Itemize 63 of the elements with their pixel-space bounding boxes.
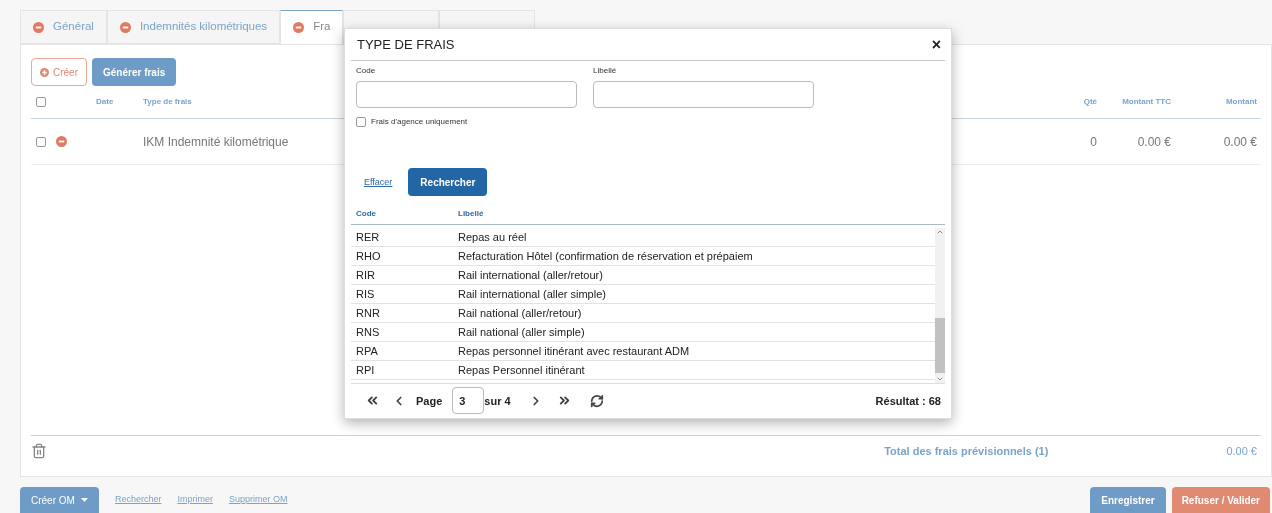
- label-cell-text: Repas personnel itinérant avec restaurant ADM: [458, 343, 690, 359]
- label-cell-text: Repas Personnel itinérant: [458, 362, 585, 378]
- minus-circle-icon: [33, 21, 44, 33]
- tab[interactable]: Fra: [280, 10, 344, 44]
- column-header: Date: [96, 96, 115, 108]
- label-cell-text: Rail international (aller simple): [458, 286, 606, 302]
- column-header: Code: [356, 207, 377, 220]
- list-row[interactable]: RHO Refacturation Hôtel (confirmation de réservation et prépaiem: [351, 246, 935, 266]
- column-header: Montant TTC: [1121, 96, 1172, 108]
- list-row[interactable]: RER Repas au réel: [351, 227, 935, 247]
- code-cell-text: RHO: [356, 248, 382, 264]
- list-row[interactable]: RNS Rail national (aller simple): [351, 322, 935, 342]
- total-value: 0.00 €: [1226, 443, 1258, 459]
- label-cell-text: Rail international (aller/retour): [458, 267, 603, 283]
- label-cell-text: Refacturation Hôtel (confirmation de réservation et prépaiem: [458, 248, 753, 264]
- page-field[interactable]: 3: [452, 387, 485, 415]
- clear-link[interactable]: Effacer: [364, 175, 393, 190]
- dialog-title: TYPE DE FRAIS: [357, 35, 456, 54]
- label-cell-text: Rail national (aller/retour): [458, 305, 582, 321]
- trash-icon[interactable]: [31, 443, 47, 459]
- code-cell-text: RNR: [356, 305, 381, 321]
- result-count: Résultat : 68: [875, 393, 941, 409]
- plus-circle-icon: [40, 67, 49, 77]
- minus-circle-icon: [293, 21, 305, 33]
- total-label: Total des frais prévisionnels (1): [884, 443, 1049, 459]
- list-row[interactable]: RNR Rail national (aller/retour): [351, 303, 935, 323]
- field-label: Libellé: [593, 65, 618, 78]
- code-cell-text: RER: [356, 229, 381, 245]
- table-cell-text: 0.00 €: [1136, 133, 1172, 151]
- close-button[interactable]: ×: [931, 36, 941, 53]
- table-cell-text: IKM Indemnité kilométrique: [143, 133, 290, 151]
- page-label: Page: [416, 393, 443, 409]
- table-cell-text: 0.00 €: [1222, 133, 1258, 151]
- table-cell-text: 0: [1089, 133, 1098, 151]
- code-cell-text: RPI: [356, 362, 376, 378]
- search-button[interactable]: Rechercher: [408, 168, 488, 197]
- checkbox-label: Frais d'agence uniquement: [371, 116, 468, 129]
- list-row[interactable]: RIS Rail international (aller simple): [351, 284, 935, 304]
- column-header: Type de frais: [143, 96, 193, 108]
- label-cell-text: Rail national (aller simple): [458, 324, 585, 340]
- code-cell-text: RNS: [356, 324, 381, 340]
- input-field[interactable]: [356, 81, 577, 109]
- column-header: Libellé: [458, 207, 484, 220]
- agency-checkbox[interactable]: [356, 117, 366, 128]
- field-label: Code: [356, 65, 377, 78]
- label-cell-text: Repas au réel: [458, 229, 527, 245]
- list-row[interactable]: RPI Repas Personnel itinérant: [351, 360, 935, 380]
- scrollbar[interactable]: [935, 227, 945, 383]
- code-cell-text: RIR: [356, 267, 376, 283]
- caret-icon: [80, 498, 88, 502]
- code-cell-text: RPA: [356, 343, 379, 359]
- minus-circle-icon: [119, 21, 131, 33]
- code-cell-text: RIS: [356, 286, 376, 302]
- column-header: Montant: [1224, 96, 1258, 108]
- list-row[interactable]: RIR Rail international (aller/retour): [351, 265, 935, 285]
- list-row[interactable]: RPA Repas personnel itinérant avec restaurant ADM: [351, 341, 935, 361]
- column-header: Qté: [1082, 96, 1098, 108]
- minus-circle-icon: [56, 136, 67, 147]
- input-field[interactable]: [593, 81, 814, 109]
- row-checkbox[interactable]: [36, 136, 46, 147]
- page-count: sur 4: [484, 393, 511, 409]
- refresh-icon[interactable]: [589, 393, 604, 408]
- select-all-checkbox[interactable]: [36, 97, 46, 107]
